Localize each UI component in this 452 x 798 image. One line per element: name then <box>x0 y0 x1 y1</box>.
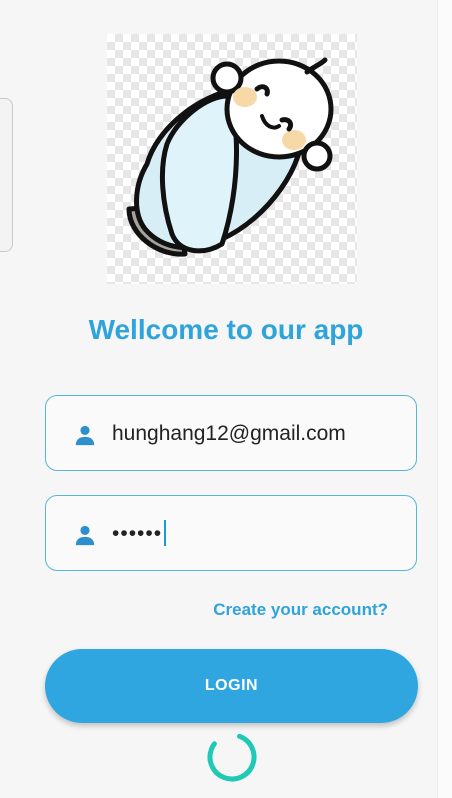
edge-panel-handle[interactable] <box>0 98 13 252</box>
email-field[interactable] <box>45 395 417 471</box>
login-screen: Wellcome to our app •••••• Create your a… <box>0 0 452 798</box>
baby-mascot-icon <box>126 57 334 257</box>
password-field[interactable]: •••••• <box>45 495 417 571</box>
person-icon <box>75 525 95 546</box>
email-input[interactable] <box>112 412 402 456</box>
app-logo <box>107 34 357 284</box>
create-account-link[interactable]: Create your account? <box>213 600 388 620</box>
password-input[interactable]: •••••• <box>112 516 167 552</box>
password-mask: •••••• <box>112 522 163 545</box>
text-caret <box>164 519 167 546</box>
screen-edge <box>437 0 452 798</box>
login-button[interactable]: LOGIN <box>45 649 418 723</box>
welcome-title: Wellcome to our app <box>88 314 364 345</box>
person-icon <box>75 425 95 446</box>
loading-spinner-icon <box>207 732 257 782</box>
